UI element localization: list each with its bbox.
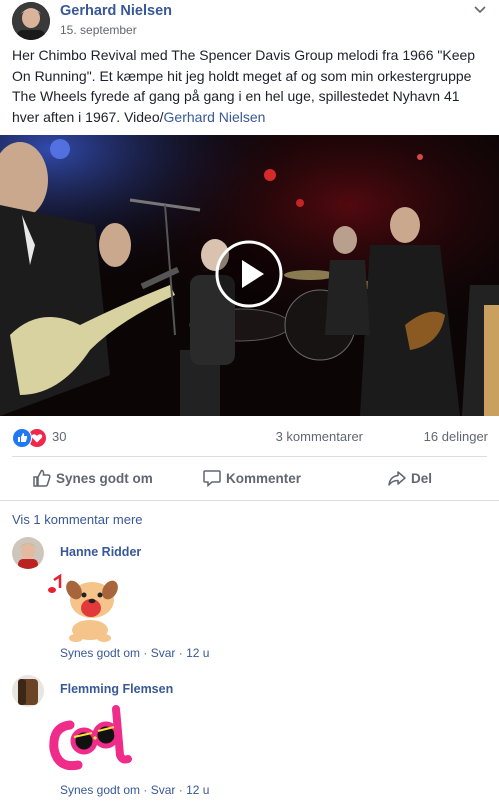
comment-meta: Synes godt om · Svar · 12 u bbox=[60, 783, 209, 797]
post-date[interactable]: 15. september bbox=[60, 23, 137, 37]
like-button-label: Synes godt om bbox=[56, 471, 153, 486]
share-button-label: Del bbox=[411, 471, 433, 486]
reactions-bar: 30 3 kommentarer 16 delinger bbox=[12, 426, 488, 448]
comment-time[interactable]: 12 u bbox=[186, 783, 209, 797]
post-options-chevron-icon[interactable] bbox=[473, 2, 487, 14]
comment-button[interactable]: Kommenter bbox=[202, 463, 312, 495]
reaction-count[interactable]: 30 bbox=[52, 429, 66, 444]
comment-like-link[interactable]: Synes godt om bbox=[60, 646, 140, 660]
post-header: Gerhard Nielsen 15. september bbox=[12, 0, 487, 44]
divider bbox=[12, 456, 487, 457]
dancing-puppy-sticker-icon bbox=[46, 568, 126, 643]
comments-count[interactable]: 3 kommentarer bbox=[276, 429, 363, 444]
comment-meta: Synes godt om · Svar · 12 u bbox=[60, 646, 209, 660]
commenter-avatar[interactable] bbox=[12, 537, 44, 569]
cool-text-sticker-icon bbox=[48, 705, 132, 777]
post-text: Her Chimbo Revival med The Spencer Davis… bbox=[12, 45, 490, 127]
post-author-name[interactable]: Gerhard Nielsen bbox=[60, 3, 172, 19]
comment-reply-link[interactable]: Svar bbox=[151, 646, 176, 660]
video-play-icon[interactable] bbox=[215, 240, 283, 308]
commenter-name[interactable]: Hanne Ridder bbox=[60, 545, 141, 559]
comment-reply-link[interactable]: Svar bbox=[151, 783, 176, 797]
post-text-author-link[interactable]: Gerhard Nielsen bbox=[164, 109, 266, 125]
view-more-comments-link[interactable]: Vis 1 kommentar mere bbox=[12, 512, 143, 527]
comment-meta-separator: · bbox=[140, 646, 151, 660]
comment-button-label: Kommenter bbox=[226, 471, 302, 486]
thumbs-up-icon bbox=[33, 469, 51, 487]
comment-time[interactable]: 12 u bbox=[186, 646, 209, 660]
like-reaction-icon[interactable] bbox=[12, 428, 32, 448]
commenter-name[interactable]: Flemming Flemsen bbox=[60, 682, 173, 696]
comment-meta-separator: · bbox=[140, 783, 151, 797]
divider bbox=[0, 500, 499, 501]
comment-meta-separator: · bbox=[175, 646, 187, 660]
comment-like-link[interactable]: Synes godt om bbox=[60, 783, 140, 797]
share-button[interactable]: Del bbox=[387, 463, 447, 495]
commenter-avatar[interactable] bbox=[12, 675, 44, 707]
comment-meta-separator: · bbox=[175, 783, 187, 797]
author-avatar[interactable] bbox=[12, 2, 50, 40]
shares-count[interactable]: 16 delinger bbox=[424, 429, 488, 444]
like-button[interactable]: Synes godt om bbox=[32, 463, 162, 495]
share-arrow-icon bbox=[388, 471, 406, 486]
comment-bubble-icon bbox=[203, 470, 221, 488]
